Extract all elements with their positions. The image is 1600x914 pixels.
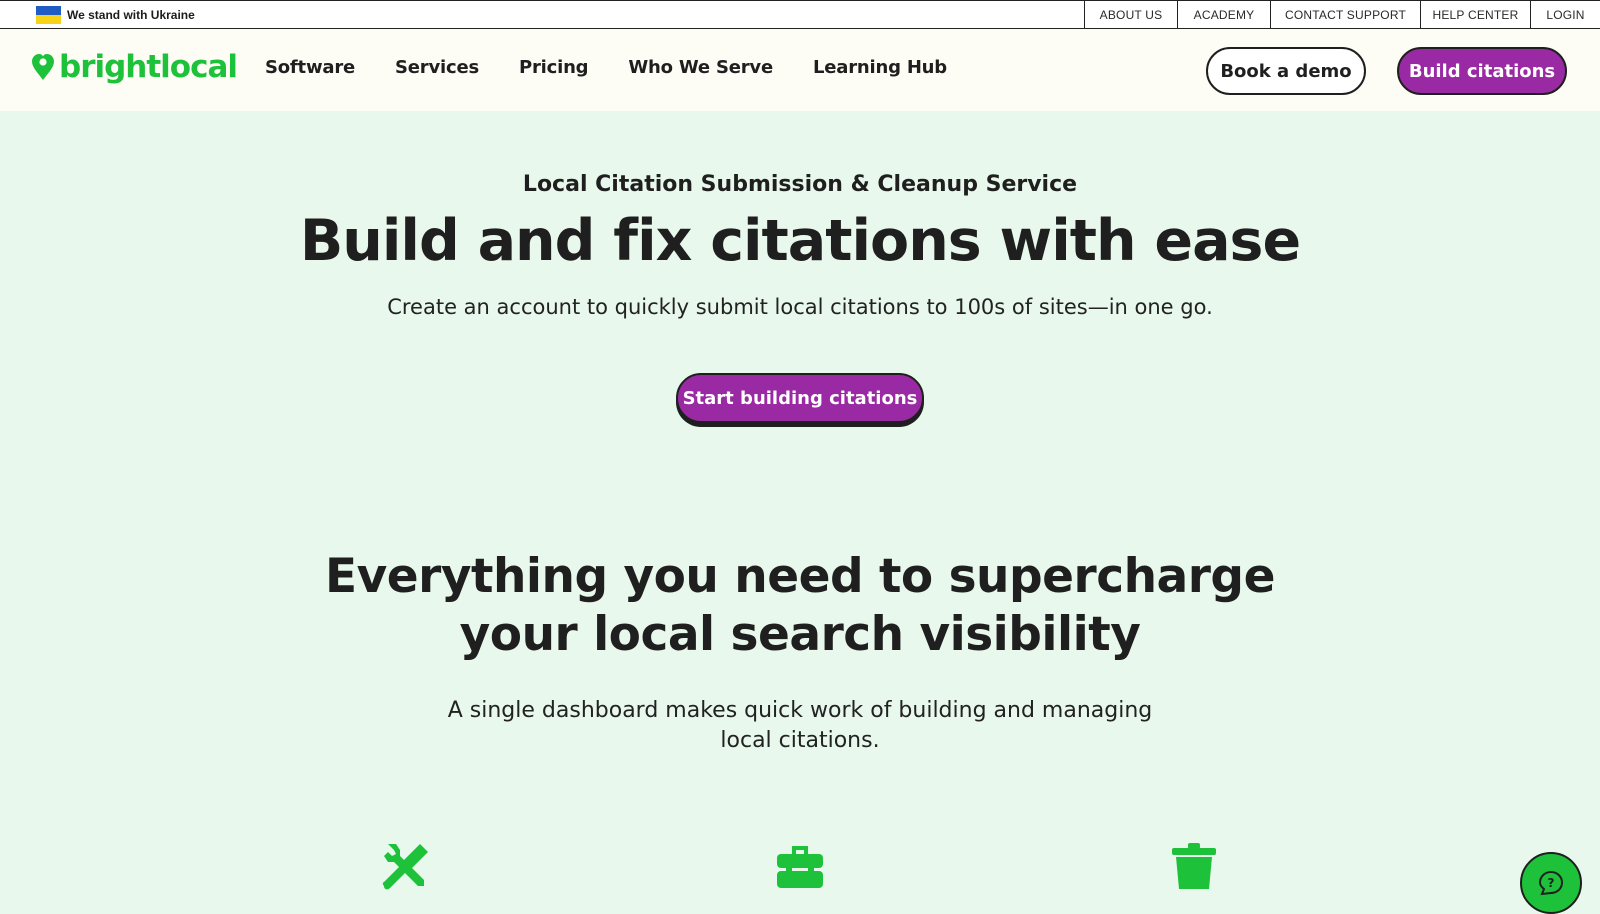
svg-text:?: ? bbox=[1548, 876, 1555, 890]
trash-icon bbox=[1172, 843, 1216, 889]
ukraine-text: We stand with Ukraine bbox=[67, 8, 195, 22]
tools-icon bbox=[382, 844, 428, 890]
utility-link-help-center[interactable]: HELP CENTER bbox=[1420, 0, 1530, 29]
features-title-line1: Everything you need to supercharge bbox=[325, 549, 1275, 604]
features-subtitle-line2: local citations. bbox=[720, 728, 880, 753]
utility-links: ABOUT US ACADEMY CONTACT SUPPORT HELP CE… bbox=[1084, 0, 1600, 29]
utility-link-about-us[interactable]: ABOUT US bbox=[1084, 0, 1177, 29]
help-chat-icon: ? bbox=[1538, 870, 1564, 896]
hero-title: Build and fix citations with ease bbox=[299, 208, 1301, 274]
logo[interactable]: brightlocal bbox=[30, 49, 238, 85]
start-building-citations-button[interactable]: Start building citations bbox=[676, 373, 924, 423]
hero-subtitle: Create an account to quickly submit loca… bbox=[387, 295, 1213, 319]
toolbox-icon bbox=[777, 846, 823, 888]
nav-services[interactable]: Services bbox=[395, 57, 479, 78]
help-chat-button[interactable]: ? bbox=[1520, 852, 1582, 914]
location-heart-icon bbox=[32, 54, 54, 80]
features-subtitle: A single dashboard makes quick work of b… bbox=[0, 696, 1600, 756]
main-nav: Software Services Pricing Who We Serve L… bbox=[265, 57, 987, 78]
logo-text: brightlocal bbox=[59, 49, 238, 85]
main-header: brightlocal Software Services Pricing Wh… bbox=[0, 29, 1600, 111]
hero-eyebrow: Local Citation Submission & Cleanup Serv… bbox=[522, 172, 1078, 197]
nav-learning-hub[interactable]: Learning Hub bbox=[813, 57, 947, 78]
nav-pricing[interactable]: Pricing bbox=[519, 57, 589, 78]
build-citations-button[interactable]: Build citations bbox=[1397, 47, 1567, 95]
features-title-line2: your local search visibility bbox=[459, 607, 1141, 662]
utility-link-academy[interactable]: ACADEMY bbox=[1177, 0, 1270, 29]
nav-who-we-serve[interactable]: Who We Serve bbox=[628, 57, 773, 78]
ukraine-banner[interactable]: We stand with Ukraine bbox=[36, 6, 195, 24]
utility-link-contact-support[interactable]: CONTACT SUPPORT bbox=[1270, 0, 1420, 29]
nav-software[interactable]: Software bbox=[265, 57, 355, 78]
utility-link-login[interactable]: LOGIN bbox=[1530, 0, 1600, 29]
ukraine-flag-icon bbox=[36, 6, 61, 24]
utility-bar: We stand with Ukraine ABOUT US ACADEMY C… bbox=[0, 0, 1600, 29]
features-subtitle-line1: A single dashboard makes quick work of b… bbox=[447, 698, 1153, 723]
book-demo-button[interactable]: Book a demo bbox=[1206, 47, 1366, 95]
features-title: Everything you need to supercharge your … bbox=[0, 548, 1600, 664]
